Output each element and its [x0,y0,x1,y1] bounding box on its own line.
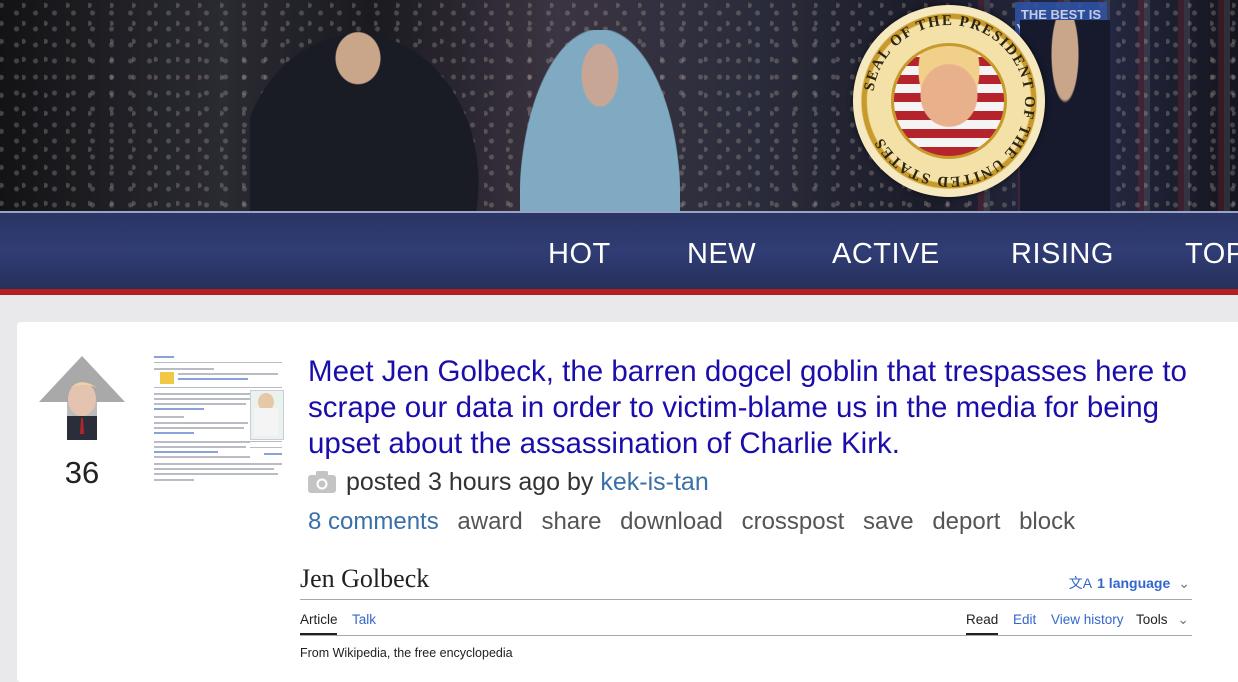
sort-nav-bar: HOT NEW ACTIVE RISING TOP [0,211,1238,295]
upvote-arrow-icon[interactable] [37,354,127,440]
divider [300,599,1192,600]
save-link[interactable]: save [863,508,914,535]
wiki-language-button[interactable]: 文A 1 language ⌄ [1069,573,1190,593]
post-actions: 8 comments award share download crosspos… [308,508,1087,536]
share-link[interactable]: share [541,508,601,535]
nav-new[interactable]: NEW [687,238,756,271]
nav-top[interactable]: TOP [1185,238,1238,271]
post-thumbnail[interactable] [150,353,286,486]
wiki-tab-tools-label: Tools [1136,612,1168,627]
wiki-tab-article[interactable]: Article [300,612,338,627]
wiki-tab-talk[interactable]: Talk [352,612,376,627]
wiki-tab-edit[interactable]: Edit [1013,612,1036,627]
crosspost-link[interactable]: crosspost [742,508,845,535]
presidential-seal-logo: SEAL OF THE PRESIDENT OF THE UNITED STAT… [853,5,1045,197]
wikipedia-preview: Jen Golbeck 文A 1 language ⌄ Article Talk R… [300,562,1192,672]
translate-icon: 文A [1068,575,1093,591]
nav-active[interactable]: ACTIVE [832,238,940,271]
chevron-down-icon: ⌄ [1177,612,1189,627]
award-link[interactable]: award [457,508,522,535]
banner-figure [250,20,490,211]
divider [300,635,1192,636]
post-meta: posted 3 hours ago by kek-is-tan [308,468,709,497]
download-link[interactable]: download [620,508,723,535]
wiki-tab-view-history[interactable]: View history [1051,612,1124,627]
seal-portrait [891,43,1007,159]
deport-link[interactable]: deport [932,508,1000,535]
vote-score: 36 [64,455,100,490]
post-title-link[interactable]: Meet Jen Golbeck, the barren dogcel gobl… [308,354,1223,462]
banner-figure [520,30,680,211]
wiki-tab-tools[interactable]: Tools ⌄ [1136,612,1189,628]
posted-time-text: posted 3 hours ago by [346,468,594,496]
wiki-tagline: From Wikipedia, the free encyclopedia [300,646,513,660]
chevron-down-icon: ⌄ [1178,575,1190,591]
wiki-language-label: 1 language [1097,575,1171,591]
comments-link[interactable]: 8 comments [308,508,439,535]
wiki-tab-read[interactable]: Read [966,612,998,627]
camera-icon [308,471,336,493]
nav-hot[interactable]: HOT [548,238,611,271]
wiki-article-title: Jen Golbeck [300,564,430,593]
nav-rising[interactable]: RISING [1011,238,1114,271]
author-link[interactable]: kek-is-tan [600,468,708,496]
block-link[interactable]: block [1019,508,1075,535]
header-banner: THE BEST IS YET TO COME SEAL OF THE PRES… [0,0,1238,211]
wiki-tabs: Article Talk Read Edit View history Tool… [300,612,1192,635]
